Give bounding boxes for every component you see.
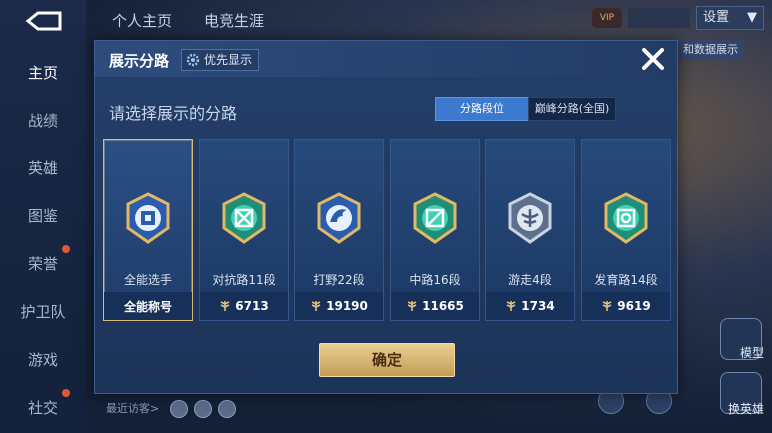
roam-badge-icon [508, 192, 552, 244]
lane-card-roam[interactable]: 游走4段 1734 [485, 139, 575, 321]
sidebar-item-heroes[interactable]: 英雄 [0, 153, 86, 183]
clash-lane-badge-icon [222, 192, 266, 244]
lane-display-modal: 展示分路 优先显示 请选择展示的分路 分路段位 巅峰分路(全国) 全能选手 全能… [94, 40, 678, 394]
tab-peak-lane[interactable]: 巅峰分路(全国) [528, 97, 616, 121]
jungle-badge-icon [317, 192, 361, 244]
lane-card-clash[interactable]: 对抗路11段 6713 [199, 139, 289, 321]
vip-badge: VIP [592, 8, 622, 28]
card-foot: 19190 [295, 292, 383, 320]
notification-dot [62, 389, 70, 397]
close-icon[interactable] [639, 45, 667, 73]
wheat-icon [407, 301, 417, 311]
notification-dot [62, 245, 70, 253]
sidebar-item-social[interactable]: 社交 [0, 389, 86, 423]
model-label: 模型 [739, 346, 764, 360]
recent-visitors-link[interactable]: 最近访客> [106, 400, 159, 416]
card-foot: 11665 [391, 292, 479, 320]
lane-card-jungle[interactable]: 打野22段 19190 [294, 139, 384, 321]
settings-label: 设置 [703, 10, 730, 25]
notice-box [628, 8, 690, 28]
score-value: 19190 [326, 299, 368, 313]
sidebar-item-home[interactable]: 主页 [0, 58, 86, 88]
card-foot: 9619 [582, 292, 670, 320]
farm-lane-badge-icon [604, 192, 648, 244]
sidebar-item-game[interactable]: 游戏 [0, 345, 86, 375]
modal-title: 展示分路 [109, 52, 170, 70]
settings-button[interactable]: 设置 ▼ [696, 6, 764, 30]
change-hero-label: 换英雄 [727, 402, 764, 416]
card-label: 打野22段 [313, 273, 365, 287]
priority-label: 优先显示 [204, 53, 253, 67]
lane-card-allround[interactable]: 全能选手 全能称号 [103, 139, 193, 321]
modal-subtitle: 请选择展示的分路 [109, 104, 238, 123]
card-foot: 6713 [200, 292, 288, 320]
score-value: 6713 [235, 299, 269, 313]
back-logo-icon[interactable] [24, 10, 64, 32]
tab-profile[interactable]: 个人主页 [112, 10, 172, 31]
modal-header: 展示分路 优先显示 [95, 41, 677, 77]
top-bar: 个人主页 电竞生涯 VIP 设置 ▼ [86, 0, 772, 40]
card-label: 中路16段 [409, 273, 461, 287]
sidebar-item-honor[interactable]: 荣誉 [0, 245, 86, 279]
wheat-icon [506, 301, 516, 311]
sidebar-item-record[interactable]: 战绩 [0, 106, 86, 136]
score-value: 11665 [422, 299, 464, 313]
card-foot: 1734 [486, 292, 574, 320]
tab-lane-rank[interactable]: 分路段位 [435, 97, 529, 121]
chevron-down-icon: ▼ [747, 10, 757, 25]
tab-esports[interactable]: 电竞生涯 [204, 10, 264, 31]
score-value: 1734 [521, 299, 555, 313]
left-sidebar: 主页 战绩 英雄 图鉴 荣誉 护卫队 游戏 社交 [0, 0, 86, 433]
card-foot: 全能称号 [104, 292, 192, 320]
sidebar-item-social-label: 社交 [27, 399, 58, 417]
visitor-avatar[interactable] [194, 400, 212, 418]
visitor-avatar[interactable] [218, 400, 236, 418]
card-label: 对抗路11段 [212, 273, 276, 287]
card-label: 全能选手 [123, 273, 172, 287]
sidebar-item-guard[interactable]: 护卫队 [0, 297, 86, 327]
visitor-avatar[interactable] [170, 400, 188, 418]
allround-badge-icon [126, 192, 170, 244]
mid-lane-badge-icon [413, 192, 457, 244]
card-label: 游走4段 [508, 273, 552, 287]
wheat-icon [602, 301, 612, 311]
priority-display-button[interactable]: 优先显示 [181, 49, 260, 71]
card-label: 发育路14段 [594, 273, 658, 287]
lane-card-mid[interactable]: 中路16段 11665 [390, 139, 480, 321]
wheat-icon [220, 301, 230, 311]
gear-icon [186, 53, 200, 67]
sidebar-item-honor-label: 荣誉 [27, 255, 58, 273]
confirm-button[interactable]: 确定 [319, 343, 455, 377]
sidebar-item-codex[interactable]: 图鉴 [0, 201, 86, 231]
score-value: 9619 [617, 299, 651, 313]
lane-card-farm[interactable]: 发育路14段 9619 [581, 139, 671, 321]
wheat-icon [311, 301, 321, 311]
